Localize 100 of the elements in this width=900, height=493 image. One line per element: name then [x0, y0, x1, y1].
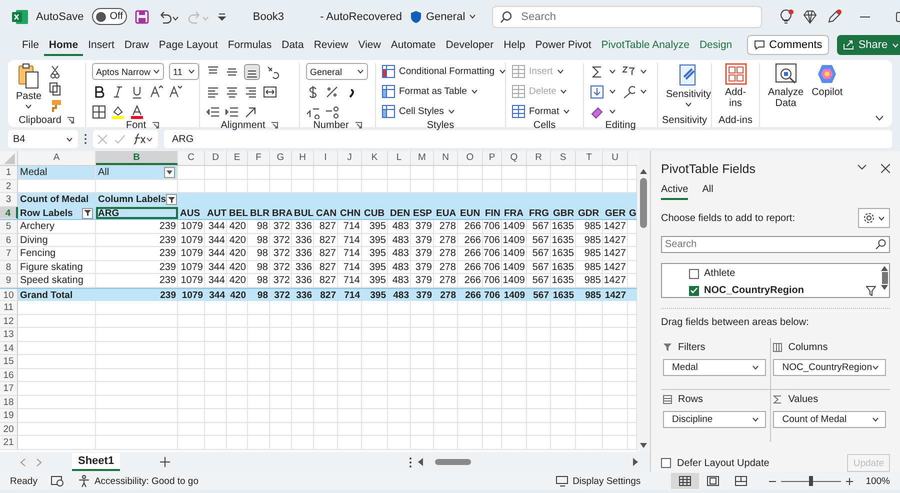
column-header[interactable]: S — [551, 151, 576, 165]
dialog-launcher-icon[interactable] — [152, 122, 159, 129]
increase-font-icon[interactable] — [149, 84, 163, 98]
column-header[interactable]: R — [527, 151, 551, 165]
panel-tab[interactable]: Active — [661, 182, 688, 200]
column-header[interactable]: N — [434, 151, 458, 165]
wrap-text-icon[interactable] — [244, 104, 258, 118]
styles-button[interactable]: Conditional Formatting — [382, 65, 506, 78]
increase-indent-icon[interactable] — [225, 104, 239, 118]
column-header[interactable]: T — [576, 151, 603, 165]
column-header[interactable]: U — [603, 151, 628, 165]
borders-icon[interactable] — [92, 104, 106, 118]
column-header[interactable]: F — [248, 151, 270, 165]
area-field-item[interactable]: NOC_CountryRegion — [773, 359, 886, 376]
ribbon-tab[interactable]: Draw — [119, 34, 154, 56]
sheet-tab[interactable]: Sheet1 — [72, 453, 120, 471]
row-header[interactable]: 12 — [0, 314, 18, 328]
italic-icon[interactable] — [111, 84, 125, 98]
dialog-launcher-icon[interactable] — [354, 122, 362, 129]
ribbon-tab[interactable]: Automate — [386, 34, 441, 56]
area-field-item[interactable]: Discipline — [663, 411, 766, 428]
scroll-left-icon[interactable] — [418, 458, 423, 466]
ribbon-tab[interactable]: Insert — [83, 34, 120, 56]
macro-recording-icon[interactable] — [51, 476, 64, 486]
comments-button[interactable]: Comments — [747, 35, 830, 55]
ribbon-tab[interactable]: Home — [44, 34, 84, 56]
column-header[interactable]: J — [338, 151, 362, 165]
customize-toolbar-icon[interactable] — [216, 12, 227, 22]
scrollbar-thumb[interactable] — [640, 178, 647, 228]
dialog-launcher-icon[interactable] — [271, 122, 278, 129]
column-header[interactable]: Q — [502, 151, 527, 165]
column-header[interactable]: O — [458, 151, 483, 165]
insert-function-icon[interactable] — [133, 133, 153, 145]
decrease-font-icon[interactable] — [168, 84, 182, 98]
ribbon-tab[interactable]: Page Layout — [154, 34, 223, 56]
panel-options-icon[interactable] — [857, 164, 867, 170]
area-field-item[interactable]: Count of Medal — [773, 411, 886, 428]
row-header[interactable]: 21 — [0, 436, 18, 450]
row-header[interactable]: 5 — [0, 220, 18, 234]
defer-layout-checkbox[interactable]: Defer Layout Update — [661, 458, 770, 468]
share-button[interactable]: Share — [837, 35, 900, 55]
name-box[interactable]: B4 — [8, 130, 78, 148]
field-search[interactable]: Search — [661, 236, 890, 253]
ribbon-tab[interactable]: PivotTable Analyze — [596, 34, 694, 56]
view-button[interactable] — [670, 473, 699, 489]
row-header[interactable]: 13 — [0, 328, 18, 342]
ribbon-tab[interactable]: Power Pivot — [530, 34, 596, 56]
decrease-decimal-icon[interactable] — [325, 104, 339, 118]
font-size-field[interactable]: 11 — [169, 63, 199, 80]
zoom-level[interactable]: 100% — [866, 476, 890, 486]
diamond-icon[interactable] — [802, 8, 818, 24]
add-ins-button[interactable]: Add-ins — [718, 63, 753, 113]
row-header[interactable]: 9 — [0, 274, 18, 288]
row-header[interactable]: 11 — [0, 301, 18, 314]
field-checkbox[interactable] — [689, 286, 699, 296]
autosum-icon[interactable] — [590, 64, 604, 78]
row-header[interactable]: 3 — [0, 193, 18, 206]
filter-button[interactable] — [166, 194, 178, 205]
align-left-icon[interactable] — [206, 84, 220, 98]
vertical-scrollbar[interactable] — [637, 151, 650, 452]
row-header[interactable]: 18 — [0, 396, 18, 409]
row-header[interactable]: 16 — [0, 368, 18, 382]
font-name-field[interactable]: Aptos Narrow — [92, 63, 164, 80]
ribbon-tab[interactable]: Developer — [440, 34, 499, 56]
column-header[interactable]: E — [227, 151, 248, 165]
percent-icon[interactable] — [325, 84, 339, 98]
cut-icon[interactable] — [48, 65, 62, 79]
column-header[interactable]: G — [270, 151, 292, 165]
orientation-icon[interactable] — [265, 64, 279, 78]
column-header[interactable]: L — [388, 151, 411, 165]
field-label[interactable]: NOC_CountryRegion — [704, 285, 804, 296]
number-format-field[interactable]: General — [306, 63, 368, 80]
settings-button[interactable] — [858, 208, 890, 228]
panel-tab[interactable]: All — [702, 182, 714, 200]
more-options-icon[interactable] — [84, 133, 87, 145]
add-sheet-icon[interactable] — [160, 457, 170, 467]
row-header[interactable]: 1 — [0, 166, 18, 180]
filter-button[interactable] — [82, 208, 93, 218]
search-field[interactable]: Search — [492, 6, 762, 28]
fill-down-icon[interactable] — [590, 84, 604, 98]
sensitivity-label[interactable]: General — [426, 10, 466, 22]
scroll-right-icon[interactable] — [633, 458, 638, 466]
row-header[interactable]: 19 — [0, 409, 18, 422]
formula-field[interactable]: ARG — [164, 130, 892, 148]
ribbon-tab[interactable]: Review — [308, 34, 354, 56]
column-header[interactable]: K — [362, 151, 388, 165]
row-header[interactable]: 20 — [0, 422, 18, 436]
pen-icon[interactable] — [826, 8, 842, 24]
cells-button[interactable]: Format — [512, 105, 570, 118]
row-header[interactable]: 6 — [0, 234, 18, 247]
align-center-icon[interactable] — [225, 84, 239, 98]
underline-icon[interactable] — [130, 84, 144, 98]
column-header[interactable]: H — [292, 151, 314, 165]
fill-color-icon[interactable] — [111, 104, 125, 118]
column-header[interactable]: P — [483, 151, 502, 165]
row-header[interactable]: 15 — [0, 355, 18, 368]
merge-cells-icon[interactable] — [263, 84, 277, 98]
column-header[interactable]: D — [205, 151, 227, 165]
column-header[interactable]: I — [314, 151, 338, 165]
column-header[interactable]: M — [411, 151, 434, 165]
